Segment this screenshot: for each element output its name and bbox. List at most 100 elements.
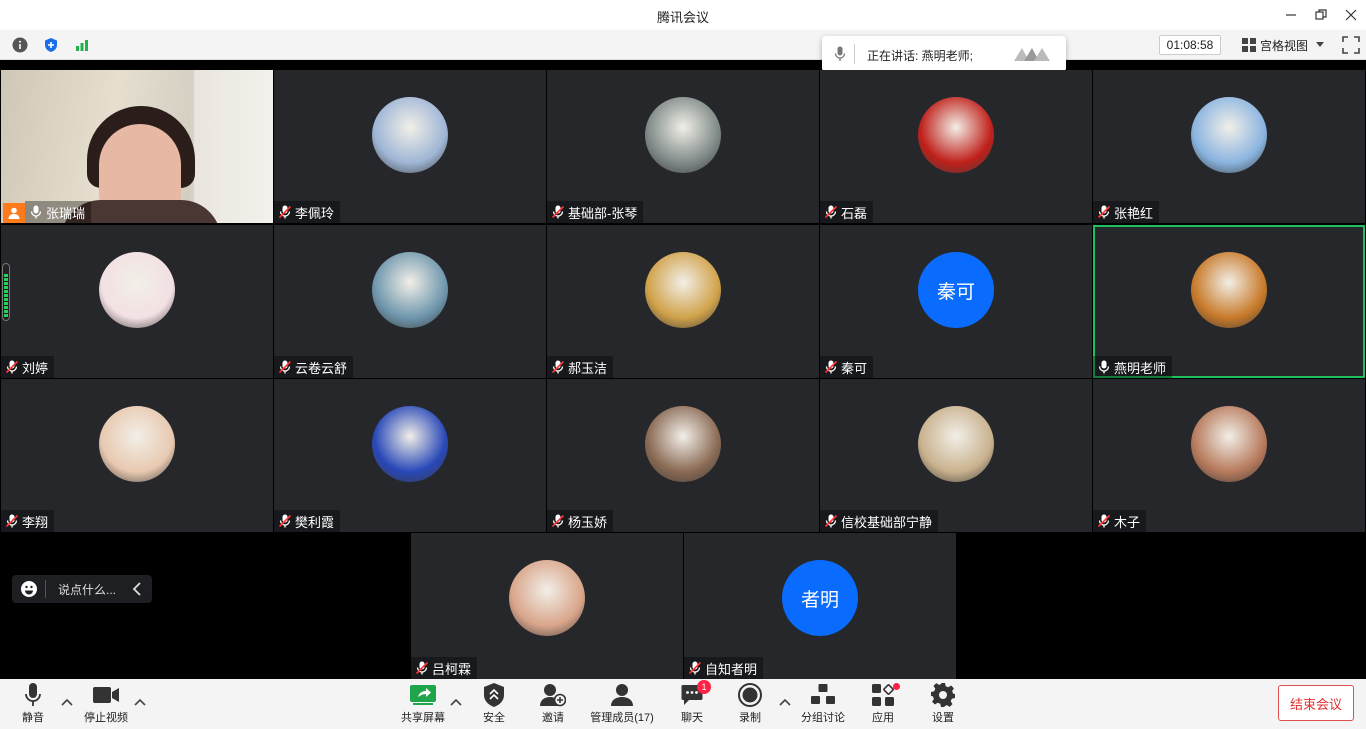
mic-muted-icon bbox=[5, 360, 19, 374]
mic-icon bbox=[30, 205, 42, 219]
breakout-icon bbox=[811, 684, 835, 704]
share-screen-icon bbox=[410, 685, 436, 705]
participant-avatar: 秦可 bbox=[918, 252, 994, 328]
participant-name: 李翔 bbox=[22, 514, 49, 530]
participant-name: 石磊 bbox=[841, 205, 868, 221]
participant-name-bar: 李佩玲 bbox=[274, 201, 341, 223]
participant-name: 张艳红 bbox=[1114, 205, 1154, 221]
meeting-timer: 01:08:58 bbox=[1159, 35, 1221, 55]
meeting-topbar: 01:08:58 宫格视图 bbox=[0, 30, 1366, 60]
apps-button[interactable]: 应用 bbox=[871, 683, 900, 725]
chevron-left-icon[interactable] bbox=[132, 582, 142, 596]
mic-muted-icon bbox=[824, 360, 838, 374]
participant-tile[interactable]: 李佩玲 bbox=[274, 70, 546, 223]
share-screen-button[interactable]: 共享屏幕 bbox=[400, 683, 446, 725]
emoji-icon[interactable] bbox=[21, 581, 37, 597]
security-button[interactable]: 安全 bbox=[482, 683, 506, 725]
minimize-button[interactable] bbox=[1278, 4, 1304, 26]
record-icon bbox=[738, 683, 762, 707]
participant-name: 燕明老师 bbox=[1114, 360, 1167, 376]
participant-name-bar: 石磊 bbox=[820, 201, 874, 223]
manage-members-button[interactable]: 管理成员(17) bbox=[588, 683, 656, 725]
participant-name-bar: 燕明老师 bbox=[1093, 356, 1173, 378]
participant-name-bar: 郝玉洁 bbox=[547, 356, 614, 378]
participant-tile[interactable]: 李翔 bbox=[1, 379, 273, 532]
mic-icon bbox=[1098, 360, 1110, 374]
participant-name: 杨玉娇 bbox=[568, 514, 608, 530]
participant-tile[interactable]: 张瑞瑞 bbox=[1, 70, 273, 223]
participant-tile[interactable]: 云卷云舒 bbox=[274, 225, 546, 378]
participant-name-bar: 木子 bbox=[1093, 510, 1147, 532]
restore-button[interactable] bbox=[1308, 4, 1334, 26]
participant-name-bar: 自知者明 bbox=[684, 657, 764, 679]
breakout-rooms-button[interactable]: 分组讨论 bbox=[800, 683, 846, 725]
mic-muted-icon bbox=[551, 514, 565, 528]
participant-tile[interactable]: 石磊 bbox=[820, 70, 1092, 223]
share-screen-label: 共享屏幕 bbox=[401, 712, 445, 724]
settings-button[interactable]: 设置 bbox=[931, 683, 955, 725]
invite-button[interactable]: 邀请 bbox=[540, 683, 566, 725]
mic-muted-icon bbox=[415, 661, 429, 675]
participant-tile[interactable]: 樊利霞 bbox=[274, 379, 546, 532]
grid-view-button[interactable]: 宫格视图 bbox=[1236, 35, 1330, 55]
participant-tile[interactable]: 郝玉洁 bbox=[547, 225, 819, 378]
participant-name: 吕柯霖 bbox=[432, 661, 472, 677]
apps-notification-dot bbox=[893, 683, 900, 690]
chat-placeholder: 说点什么... bbox=[58, 582, 117, 597]
participant-tile[interactable]: 者明自知者明 bbox=[684, 533, 956, 679]
breakout-label: 分组讨论 bbox=[801, 712, 845, 724]
meeting-toolbar: 静音 停止视频 共享屏幕 安全 邀请 管理成员(17) 1 聊天 录制 分组讨论… bbox=[0, 679, 1366, 729]
chevron-up-icon[interactable] bbox=[61, 697, 73, 707]
end-meeting-button[interactable]: 结束会议 bbox=[1278, 685, 1354, 721]
participant-name: 刘婷 bbox=[22, 360, 49, 376]
participant-name-bar: 基础部-张琴 bbox=[547, 201, 644, 223]
participant-tile[interactable]: 刘婷 bbox=[1, 225, 273, 378]
mic-muted-icon bbox=[1097, 514, 1111, 528]
mic-muted-icon bbox=[278, 205, 292, 219]
fullscreen-icon[interactable] bbox=[1342, 36, 1360, 54]
participant-avatar: 者明 bbox=[782, 560, 858, 636]
shield-icon[interactable] bbox=[42, 36, 60, 54]
participant-name-bar: 刘婷 bbox=[1, 356, 55, 378]
gear-icon bbox=[931, 683, 955, 707]
participant-name-bar: 信校基础部宁静 bbox=[820, 510, 939, 532]
participant-tile[interactable]: 信校基础部宁静 bbox=[820, 379, 1092, 532]
participant-name: 自知者明 bbox=[705, 661, 758, 677]
participant-name-bar: 李翔 bbox=[1, 510, 55, 532]
mute-button[interactable]: 静音 bbox=[20, 683, 46, 725]
chevron-up-icon[interactable] bbox=[134, 697, 146, 707]
participant-name: 信校基础部宁静 bbox=[841, 514, 933, 530]
participant-tile[interactable]: 秦可 秦可 bbox=[820, 225, 1092, 378]
title-bar: 腾讯会议 bbox=[0, 0, 1366, 30]
participant-tile[interactable]: 吕柯霖 bbox=[411, 533, 683, 679]
signal-icon[interactable] bbox=[73, 36, 91, 54]
chevron-up-icon[interactable] bbox=[779, 697, 791, 707]
participant-name-bar: 张瑞瑞 bbox=[25, 201, 92, 223]
participant-tile[interactable]: 张艳红 bbox=[1093, 70, 1365, 223]
members-icon bbox=[611, 684, 633, 706]
stop-video-button[interactable]: 停止视频 bbox=[82, 683, 130, 725]
chevron-up-icon[interactable] bbox=[450, 697, 462, 707]
participant-name: 李佩玲 bbox=[295, 205, 335, 221]
participant-tile[interactable]: 基础部-张琴 bbox=[547, 70, 819, 223]
close-button[interactable] bbox=[1338, 4, 1364, 26]
participant-tile[interactable]: 木子 bbox=[1093, 379, 1365, 532]
participant-name-bar: 云卷云舒 bbox=[274, 356, 354, 378]
chat-button[interactable]: 1 聊天 bbox=[680, 680, 711, 725]
participant-name: 樊利霞 bbox=[295, 514, 335, 530]
apps-label: 应用 bbox=[872, 712, 894, 724]
invite-label: 邀请 bbox=[542, 712, 564, 724]
video-camera-icon bbox=[93, 687, 119, 703]
participant-avatar bbox=[645, 252, 721, 328]
participant-tile[interactable]: 燕明老师 bbox=[1093, 225, 1365, 378]
window-title: 腾讯会议 bbox=[656, 10, 709, 25]
chat-input-hint[interactable]: 说点什么... bbox=[12, 575, 152, 603]
mic-muted-icon bbox=[278, 514, 292, 528]
participant-avatar bbox=[372, 406, 448, 482]
record-button[interactable]: 录制 bbox=[738, 683, 762, 725]
info-icon[interactable] bbox=[11, 36, 29, 54]
participant-avatar bbox=[372, 252, 448, 328]
chat-badge: 1 bbox=[697, 680, 711, 694]
mic-muted-icon bbox=[824, 514, 838, 528]
participant-tile[interactable]: 杨玉娇 bbox=[547, 379, 819, 532]
